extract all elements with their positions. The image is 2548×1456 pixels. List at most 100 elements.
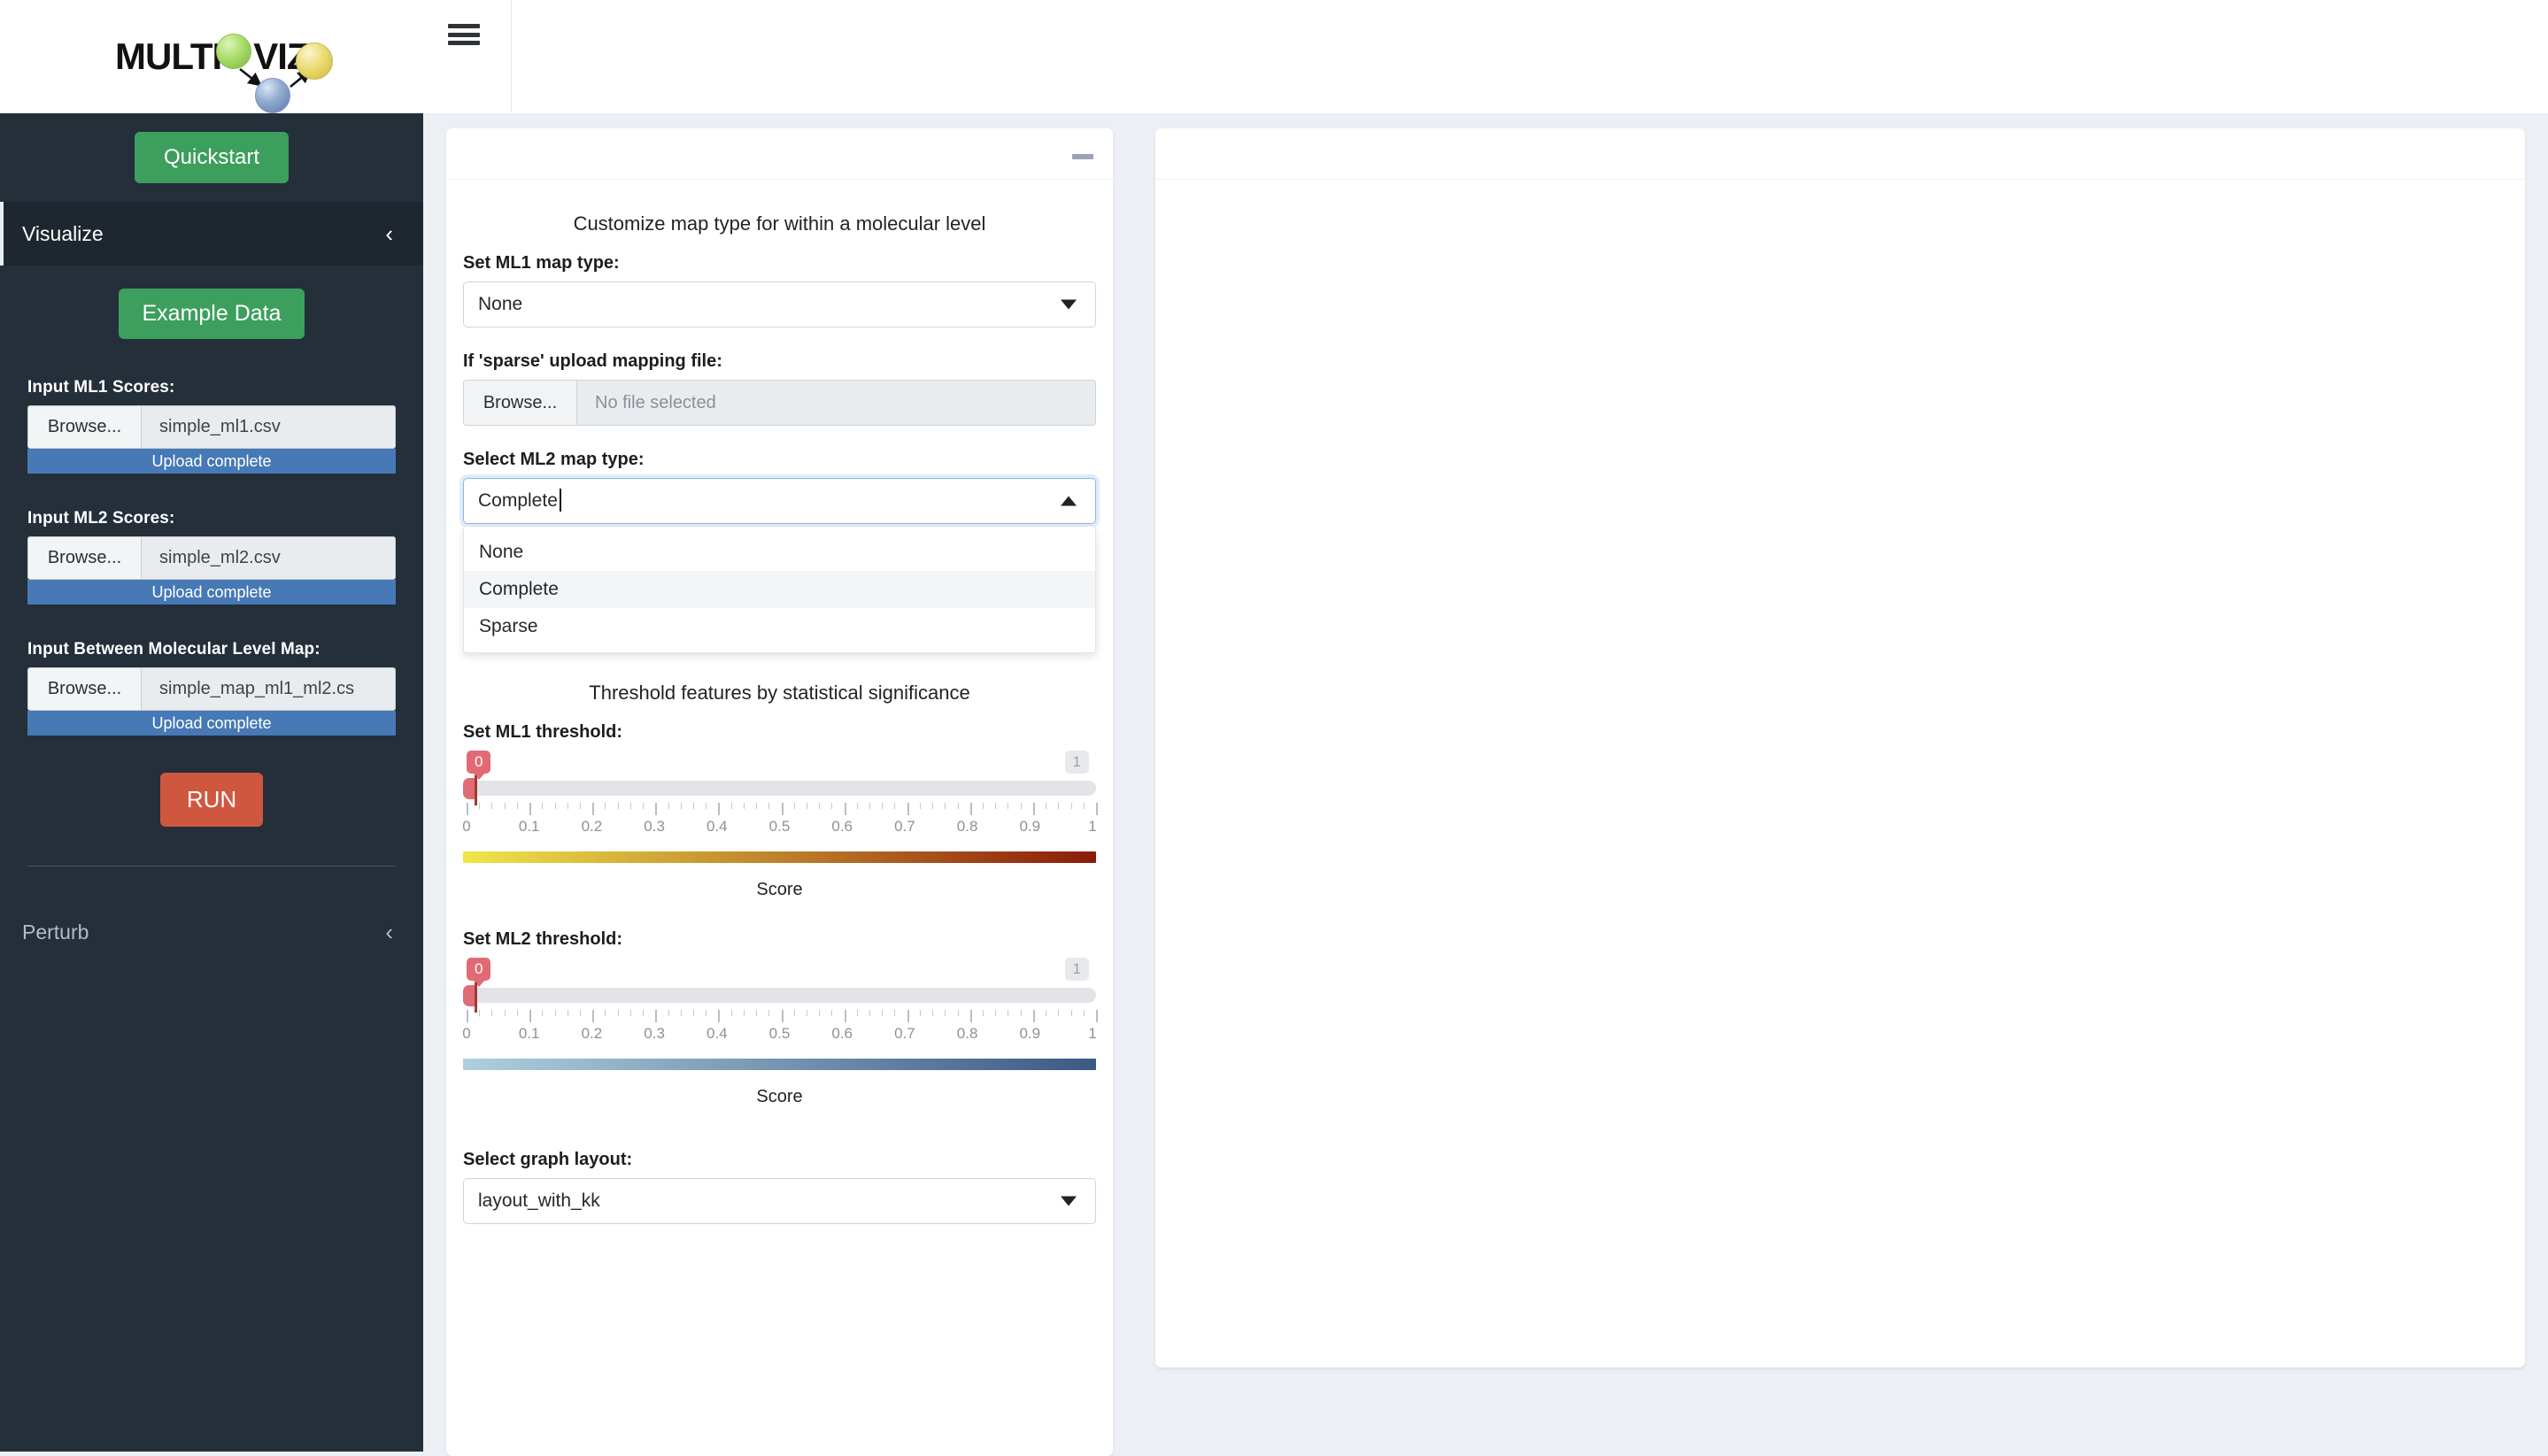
dropdown-option-none[interactable]: None xyxy=(464,534,1095,571)
slider-tick-minor xyxy=(1071,1010,1072,1016)
slider-tick-minor xyxy=(517,1010,518,1016)
slider-tick-label: 0.2 xyxy=(582,818,603,836)
ml2-slider-rail[interactable] xyxy=(467,988,1096,1003)
graph-layout-label: Select graph layout: xyxy=(463,1150,1096,1170)
chevron-left-icon[interactable]: ‹ xyxy=(385,222,393,245)
slider-tick-minor xyxy=(958,1010,959,1016)
slider-tick-minor xyxy=(668,803,669,809)
visualize-section-body: Example Data Input ML1 Scores: Browse...… xyxy=(0,266,423,964)
graph-layout-select[interactable]: layout_with_kk xyxy=(463,1178,1096,1224)
slider-tick-major xyxy=(845,1010,846,1022)
ml1-threshold-max-badge: 1 xyxy=(1065,751,1089,774)
minimize-icon[interactable] xyxy=(1072,154,1093,159)
slider-tick-minor xyxy=(983,1010,984,1016)
slider-tick-minor xyxy=(882,803,883,809)
ml2-map-type-group: Select ML2 map type: Complete None Compl… xyxy=(463,450,1096,524)
perturb-section-label: Perturb xyxy=(22,921,89,944)
chevron-down-icon[interactable] xyxy=(1061,300,1077,310)
dropdown-option-sparse[interactable]: Sparse xyxy=(464,608,1095,645)
slider-tick-label: 1 xyxy=(1088,1025,1096,1043)
active-section-accent xyxy=(0,202,4,266)
graph-output-card-header xyxy=(1155,128,2525,180)
dropdown-option-complete[interactable]: Complete xyxy=(464,571,1095,608)
chevron-up-icon[interactable] xyxy=(1061,497,1077,506)
slider-tick-minor xyxy=(618,803,619,809)
slider-tick-major xyxy=(970,803,972,815)
chevron-down-icon[interactable] xyxy=(1061,1197,1077,1206)
slider-tick-minor xyxy=(618,1010,619,1016)
browse-button[interactable]: Browse... xyxy=(28,668,142,710)
slider-tick-major xyxy=(845,803,846,815)
slider-tick-label: 0.1 xyxy=(519,818,540,836)
sidebar-section-visualize[interactable]: Visualize ‹ xyxy=(0,202,423,266)
sparse-mapping-file-input[interactable]: Browse... No file selected xyxy=(463,380,1096,426)
slider-tick-label: 0 xyxy=(462,818,470,836)
ml1-map-type-select[interactable]: None xyxy=(463,281,1096,327)
input-ml2-scores-field: Input ML2 Scores: Browse... simple_ml2.c… xyxy=(0,509,423,605)
slider-tick-minor xyxy=(819,1010,820,1016)
slider-tick-major xyxy=(718,803,720,815)
ml2-map-type-dropdown[interactable]: None Complete Sparse xyxy=(463,526,1096,653)
graph-output-card xyxy=(1155,128,2525,1367)
input-ml1-scores-label: Input ML1 Scores: xyxy=(27,378,396,397)
slider-tick-minor xyxy=(605,803,606,809)
ml2-map-type-value: Complete xyxy=(478,490,558,512)
input-between-ml-map-file-input[interactable]: Browse... simple_map_ml1_ml2.cs xyxy=(27,667,396,711)
slider-tick-major xyxy=(467,1010,468,1022)
slider-tick-minor xyxy=(768,803,769,809)
ml2-threshold-slider[interactable]: 0 1 00.10.20.30.40.50.60.70.80.91 xyxy=(463,958,1096,1050)
slider-tick-minor xyxy=(1021,1010,1022,1016)
slider-tick-minor xyxy=(932,803,933,809)
graph-output-card-body xyxy=(1155,180,2525,1366)
ml2-slider-handle[interactable] xyxy=(463,985,475,1006)
slider-tick-major xyxy=(1096,803,1098,815)
input-ml2-scores-file-input[interactable]: Browse... simple_ml2.csv xyxy=(27,536,396,580)
slider-tick-minor xyxy=(831,803,832,809)
input-ml1-scores-file-input[interactable]: Browse... simple_ml1.csv xyxy=(27,405,396,449)
slider-tick-label: 0.3 xyxy=(644,818,665,836)
slider-tick-major xyxy=(655,1010,657,1022)
run-button[interactable]: RUN xyxy=(160,773,263,827)
upload-status-bar: Upload complete xyxy=(27,711,396,736)
top-bar xyxy=(423,0,2548,113)
ml1-threshold-slider[interactable]: 0 1 00.10.20.30.40.50.60.70.80.91 xyxy=(463,751,1096,843)
slider-tick-minor xyxy=(894,1010,895,1016)
quickstart-button[interactable]: Quickstart xyxy=(135,132,289,183)
ml2-map-type-select[interactable]: Complete xyxy=(463,478,1096,524)
slider-tick-label: 0.9 xyxy=(1019,1025,1040,1043)
browse-button[interactable]: Browse... xyxy=(28,537,142,579)
slider-tick-minor xyxy=(693,803,694,809)
hamburger-menu-icon[interactable] xyxy=(448,21,480,48)
logo-yellow-node-icon xyxy=(296,42,333,80)
slider-tick-minor xyxy=(479,803,480,809)
browse-button[interactable]: Browse... xyxy=(28,406,142,448)
slider-tick-minor xyxy=(945,803,946,809)
slider-tick-minor xyxy=(731,1010,732,1016)
slider-tick-minor xyxy=(555,803,556,809)
slider-tick-minor xyxy=(479,1010,480,1016)
ml2-map-type-label: Select ML2 map type: xyxy=(463,450,1096,470)
slider-tick-minor xyxy=(643,1010,644,1016)
example-data-row: Example Data xyxy=(0,289,423,355)
ml1-slider-rail[interactable] xyxy=(467,781,1096,796)
browse-button[interactable]: Browse... xyxy=(464,381,577,425)
upload-status-bar: Upload complete xyxy=(27,449,396,474)
slider-tick-minor xyxy=(995,1010,996,1016)
logo-wordmark: MULTIVIZ xyxy=(115,35,309,78)
slider-tick-minor xyxy=(542,1010,543,1016)
chevron-left-icon[interactable]: ‹ xyxy=(385,921,393,944)
slider-tick-minor xyxy=(920,803,921,809)
slider-tick-label: 0.7 xyxy=(894,1025,915,1043)
slider-tick-minor xyxy=(744,1010,745,1016)
sidebar-section-perturb[interactable]: Perturb ‹ xyxy=(0,900,423,964)
slider-tick-label: 0 xyxy=(462,1025,470,1043)
file-name-placeholder: No file selected xyxy=(577,381,1095,425)
slider-tick-minor xyxy=(681,803,682,809)
slider-tick-minor xyxy=(681,1010,682,1016)
controls-card-body: Customize map type for within a molecula… xyxy=(446,212,1113,1224)
ml1-slider-handle[interactable] xyxy=(463,778,475,799)
slider-tick-major xyxy=(529,1010,531,1022)
example-data-button[interactable]: Example Data xyxy=(119,289,304,339)
slider-tick-major xyxy=(718,1010,720,1022)
slider-tick-major xyxy=(1033,1010,1035,1022)
